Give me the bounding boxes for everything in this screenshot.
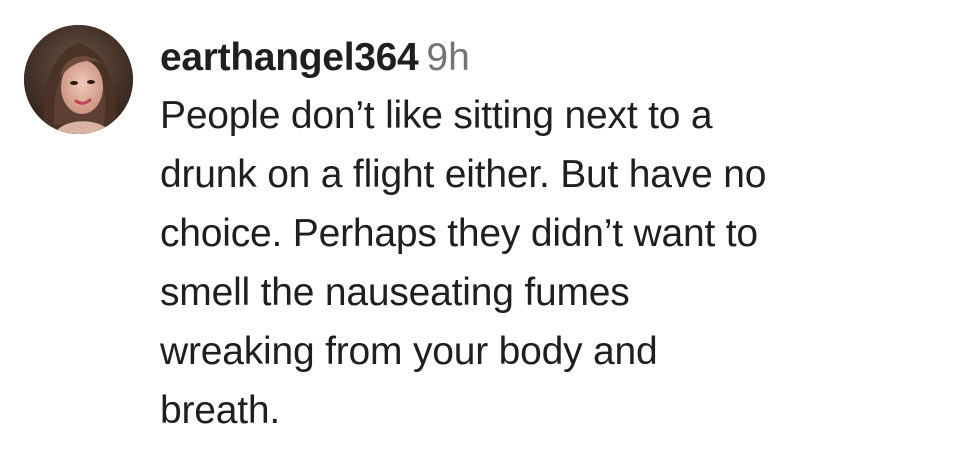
comment: earthangel364 9h People don’t like sittin…	[0, 0, 980, 468]
comment-text-line: wreaking from your body and	[160, 330, 658, 373]
comment-text-line: choice. Perhaps they didn’t want to	[160, 212, 758, 255]
avatar[interactable]	[24, 25, 133, 134]
comment-text-line: People don’t like sitting next to a	[160, 94, 713, 137]
comment-body: earthangel364 9h People don’t like sittin…	[160, 30, 970, 440]
timestamp[interactable]: 9h	[426, 36, 469, 79]
username-link[interactable]: earthangel364	[160, 36, 419, 79]
comment-text-line: smell the nauseating fumes	[160, 271, 630, 314]
comment-text-line: drunk on a flight either. But have no	[160, 153, 767, 196]
comment-header: earthangel364 9h	[160, 30, 970, 86]
comment-text-line: breath.	[160, 389, 281, 432]
user-avatar-photo-icon	[24, 25, 133, 134]
comment-text: People don’t like sitting next to a drun…	[160, 86, 970, 440]
